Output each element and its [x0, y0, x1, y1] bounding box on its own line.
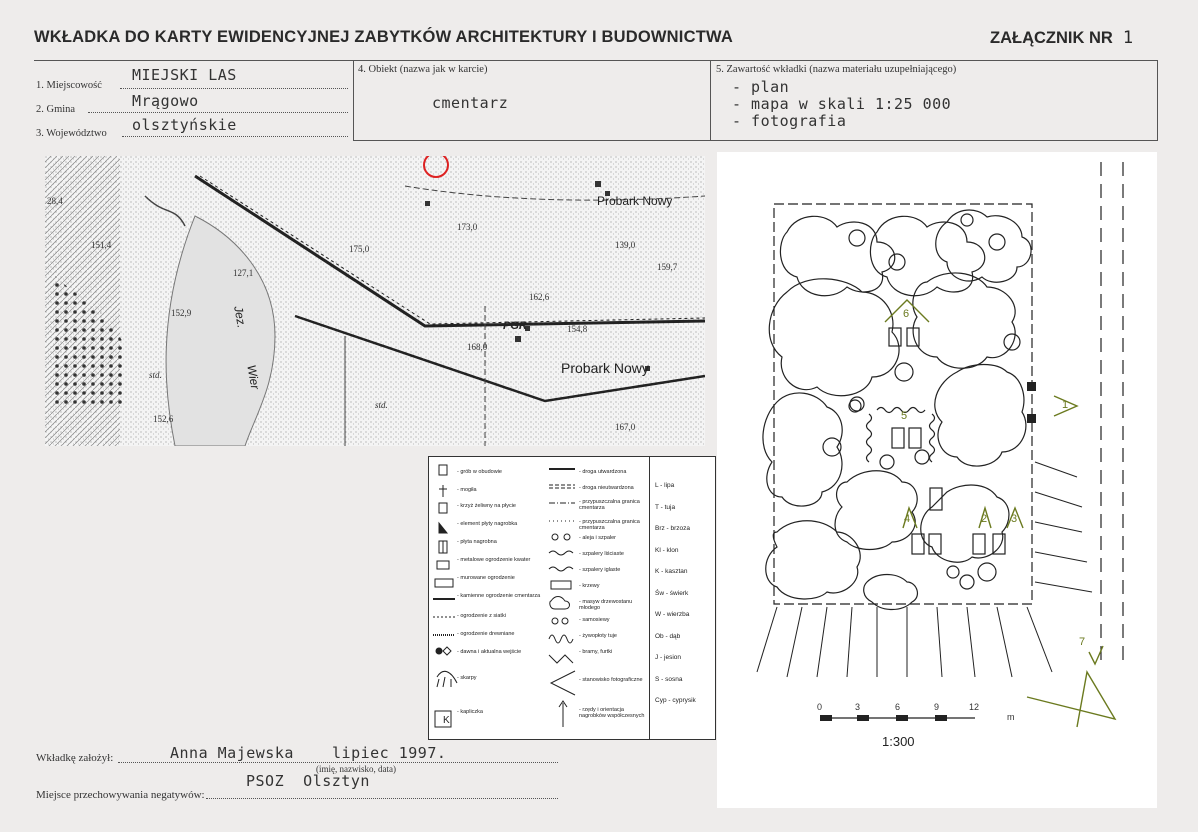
grave-number-4: 4: [904, 513, 911, 525]
founder-line: [118, 762, 558, 763]
miejscowosc-label: 1. Miejscowość: [36, 80, 102, 91]
storage-label: Miejsce przechowywania negatywów:: [36, 789, 205, 801]
map-elev-175: 175,0: [349, 244, 370, 254]
tree-item: Św - świerk: [655, 589, 689, 597]
wojewodztwo-line: [122, 136, 348, 137]
annex-label: ZAŁĄCZNIK NR: [990, 29, 1113, 47]
annex-value: 1: [1122, 28, 1134, 48]
tree-item: T - tuja: [655, 503, 676, 511]
scale-tick-12: 12: [969, 702, 980, 712]
grave-number-5: 5: [901, 410, 908, 422]
legend-symbols: K: [433, 464, 576, 728]
map-elev-1271: 127,1: [233, 268, 254, 278]
tree-item: Cyp - cyprysik: [655, 697, 696, 704]
scale-tick-0: 0: [817, 702, 823, 712]
card-title: WKŁADKA DO KARTY EWIDENCYJNEJ ZABYTKÓW A…: [34, 28, 733, 46]
obiekt-value: cmentarz: [432, 94, 509, 112]
founder-label: Wkładkę założył:: [36, 752, 114, 764]
scale-tick-3: 3: [855, 702, 861, 712]
tree-item: Kl - klon: [655, 546, 679, 554]
tree-item: L - lipa: [655, 482, 675, 489]
scale-tick-6: 6: [895, 702, 901, 712]
legend-divider-1: [649, 457, 650, 739]
miejscowosc-line: [120, 88, 348, 89]
map-elev-1597: 159,7: [657, 262, 678, 272]
topographic-map: Probark Nowy Probark Nowy PGR 175,0 173,…: [45, 156, 705, 446]
tree-item: W - wierzba: [655, 611, 690, 618]
map-elev-139: 139,0: [615, 240, 636, 250]
map-elev-1626: 162,6: [529, 292, 550, 302]
tree-item: Brz - brzoza: [655, 525, 691, 532]
tree-item: J - jesion: [655, 654, 682, 661]
annex-number: ZAŁĄCZNIK NR 1: [990, 28, 1133, 48]
map-elev-1526: 152,6: [153, 414, 174, 424]
map-label-probark-top: Probark Nowy: [597, 194, 673, 208]
map-label-pgr: PGR: [503, 320, 527, 332]
table-divider-3: [1157, 60, 1158, 141]
legend-trees: L - lipa T - tuja Brz - brzoza Kl - klon…: [655, 475, 713, 712]
map-elev-167: 167,0: [615, 422, 636, 432]
obiekt-label: 4. Obiekt (nazwa jak w karcie): [358, 64, 488, 75]
storage-line: [206, 798, 558, 799]
gmina-value: Mrągowo: [132, 92, 199, 110]
scale-ratio: 1:300: [882, 734, 915, 749]
wojewodztwo-label: 3. Województwo: [36, 128, 107, 139]
scale-tick-9: 9: [934, 702, 940, 712]
zawartosc-item-3: - fotografia: [732, 112, 847, 130]
storage-value: PSOZ Olsztyn: [246, 772, 370, 790]
founder-value: Anna Majewska lipiec 1997.: [170, 744, 447, 762]
grave-number-2: 2: [981, 513, 988, 525]
map-legend: - grób w obudowie - mogiła - krzyż żeliw…: [428, 456, 716, 740]
map-elev-1548: 154,8: [567, 324, 588, 334]
map-elev-1514: 151,4: [91, 240, 112, 250]
table-divider-1: [353, 60, 354, 141]
map-elev-168: 168,0: [467, 342, 488, 352]
miejscowosc-value: MIEJSKI LAS: [132, 66, 237, 84]
cemetery-plan: 1 2 3 4 5 6 7 0 3 6 9 12 m 1:300: [717, 152, 1157, 808]
tree-item: S - sosna: [655, 675, 683, 683]
map-elev-284: 28,4: [47, 196, 63, 206]
grave-number-3: 3: [1011, 513, 1018, 525]
scale-unit: m: [1007, 712, 1015, 722]
grave-number-6: 6: [903, 308, 910, 320]
map-label-std-1: std.: [375, 400, 388, 410]
grave-number-1: 1: [1062, 399, 1069, 411]
zawartosc-item-2: - mapa w skali 1:25 000: [732, 95, 952, 113]
map-elev-173: 173,0: [457, 222, 478, 232]
gmina-label: 2. Gmina: [36, 104, 76, 115]
tree-item: Ob - dąb: [655, 632, 681, 640]
tree-item: K - kasztan: [655, 568, 688, 575]
annotation-marks: [884, 299, 1117, 728]
table-top-rule: [34, 60, 1158, 61]
zawartosc-label: 5. Zawartość wkładki (nazwa materiału uz…: [716, 64, 957, 75]
map-label-probark-main: Probark Nowy: [561, 360, 649, 376]
table-bottom-rule: [354, 140, 1158, 141]
grave-number-7: 7: [1079, 636, 1086, 648]
zawartosc-item-1: - plan: [732, 78, 790, 96]
gmina-line: [88, 112, 348, 113]
map-label-std-2: std.: [149, 370, 162, 380]
table-divider-2: [710, 60, 711, 141]
map-elev-1529: 152,9: [171, 308, 192, 318]
legend-k-symbol: K: [443, 715, 450, 726]
wojewodztwo-value: olsztyńskie: [132, 116, 237, 134]
